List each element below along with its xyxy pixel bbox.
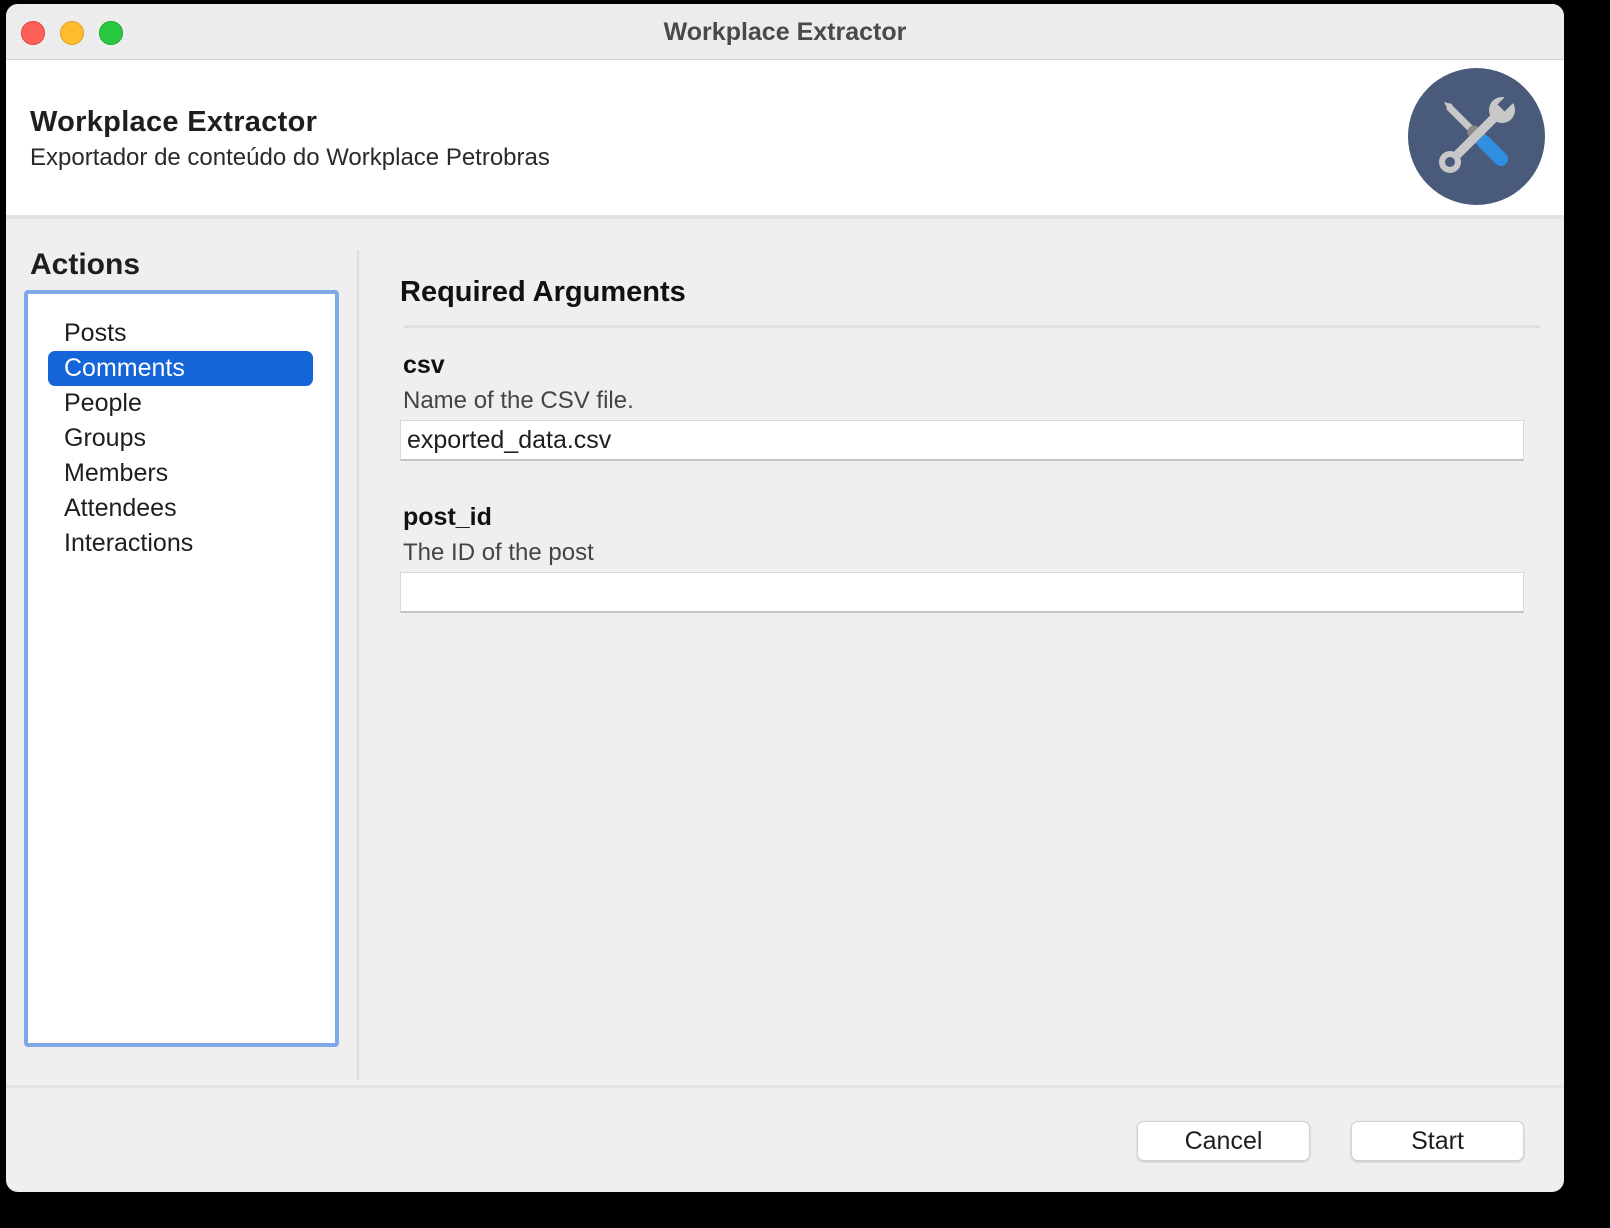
actions-heading: Actions [30, 248, 141, 281]
post-id-label: post_id [403, 503, 492, 531]
app-subtitle: Exportador de conteúdo do Workplace Petr… [30, 144, 550, 171]
action-item-people[interactable]: People [48, 386, 313, 421]
app-logo [1408, 68, 1545, 205]
action-item-posts[interactable]: Posts [48, 316, 313, 351]
title-bar: Workplace Extractor [6, 4, 1564, 60]
section-title: Required Arguments [400, 276, 686, 308]
action-item-interactions[interactable]: Interactions [48, 526, 313, 561]
tools-icon [1439, 94, 1515, 173]
footer-divider [6, 1085, 1564, 1088]
window-title: Workplace Extractor [663, 18, 907, 46]
actions-list[interactable]: Posts Comments People Groups Members Att… [24, 290, 339, 1047]
post-id-description: The ID of the post [403, 539, 594, 566]
action-item-groups[interactable]: Groups [48, 421, 313, 456]
app-window: Workplace Extractor Workplace Extractor … [6, 4, 1564, 1192]
post-id-input[interactable] [400, 572, 1524, 613]
app-title: Workplace Extractor [30, 106, 318, 138]
csv-label: csv [403, 351, 445, 379]
start-button[interactable]: Start [1351, 1121, 1524, 1161]
sidebar-divider[interactable] [357, 250, 359, 1080]
action-item-members[interactable]: Members [48, 456, 313, 491]
header-banner: Workplace Extractor Exportador de conteú… [6, 60, 1564, 219]
action-item-comments[interactable]: Comments [48, 351, 313, 386]
csv-input[interactable] [400, 420, 1524, 461]
action-item-attendees[interactable]: Attendees [48, 491, 313, 526]
csv-description: Name of the CSV file. [403, 387, 634, 414]
cancel-button[interactable]: Cancel [1137, 1121, 1310, 1161]
section-divider [404, 325, 1540, 328]
